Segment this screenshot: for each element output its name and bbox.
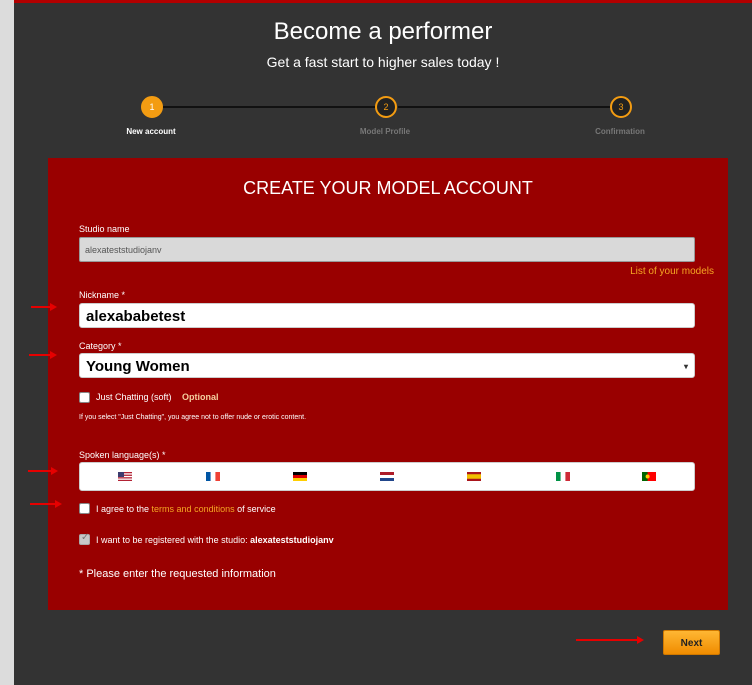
spoken-languages-label: Spoken language(s) *	[79, 450, 166, 460]
just-chatting-checkbox[interactable]	[79, 392, 90, 403]
annotation-arrow-languages	[28, 467, 58, 475]
required-notice: * Please enter the requested information	[79, 568, 276, 580]
category-selected-value: Young Women	[86, 358, 190, 375]
just-chatting-text: Just Chatting (soft)	[96, 392, 172, 402]
studio-name-label: Studio name	[79, 224, 130, 234]
just-chatting-label: Just Chatting (soft) Optional	[96, 392, 219, 402]
flag-fr-icon[interactable]	[206, 472, 220, 481]
step-3-indicator: 3	[610, 96, 632, 118]
register-studio-name: alexateststudiojanv	[250, 535, 334, 545]
terms-suffix: of service	[234, 504, 276, 514]
flag-us-icon[interactable]	[118, 472, 132, 481]
step-1-label: New account	[126, 127, 176, 136]
studio-name-field: alexateststudiojanv	[79, 237, 695, 262]
flag-de-icon[interactable]	[293, 472, 307, 481]
terms-link[interactable]: terms and conditions	[152, 504, 235, 514]
annotation-arrow-nickname	[31, 303, 57, 311]
step-connector-2	[398, 106, 618, 108]
page: Become a performer Get a fast start to h…	[14, 0, 752, 685]
flag-it-icon[interactable]	[556, 472, 570, 481]
terms-agreement-label: I agree to the terms and conditions of s…	[96, 504, 276, 514]
flag-pt-icon[interactable]	[642, 472, 656, 481]
nickname-input[interactable]: alexababetest	[79, 303, 695, 328]
terms-checkbox[interactable]	[79, 503, 90, 514]
register-studio-checkbox[interactable]	[79, 532, 90, 545]
category-label: Category *	[79, 341, 122, 351]
step-1-indicator: 1	[141, 96, 163, 118]
nickname-label: Nickname *	[79, 290, 126, 300]
page-subtitle: Get a fast start to higher sales today !	[266, 54, 500, 70]
step-3-label: Confirmation	[595, 127, 645, 136]
form-title: CREATE YOUR MODEL ACCOUNT	[243, 178, 533, 198]
caret-down-icon: ▾	[683, 362, 688, 371]
list-models-link[interactable]: List of your models	[630, 266, 714, 277]
optional-tag: Optional	[182, 392, 219, 402]
step-connector-1	[160, 106, 384, 108]
step-2-indicator: 2	[375, 96, 397, 118]
page-title: Become a performer	[273, 18, 493, 45]
annotation-arrow-next	[576, 636, 644, 644]
annotation-arrow-category	[29, 351, 57, 359]
flag-nl-icon[interactable]	[380, 472, 394, 481]
spoken-languages-selector	[79, 462, 695, 491]
create-account-form: CREATE YOUR MODEL ACCOUNT Studio name al…	[48, 158, 728, 610]
just-chatting-note: If you select "Just Chatting", you agree…	[79, 414, 307, 421]
category-select[interactable]: Young Women ▾	[79, 353, 695, 378]
annotation-arrow-terms	[30, 500, 62, 508]
step-2-label: Model Profile	[359, 127, 411, 136]
register-studio-label: I want to be registered with the studio:…	[96, 535, 334, 545]
flag-es-icon[interactable]	[467, 472, 481, 481]
register-prefix: I want to be registered with the studio:	[96, 535, 251, 545]
next-button[interactable]: Next	[663, 630, 720, 655]
terms-prefix: I agree to the	[96, 504, 152, 514]
